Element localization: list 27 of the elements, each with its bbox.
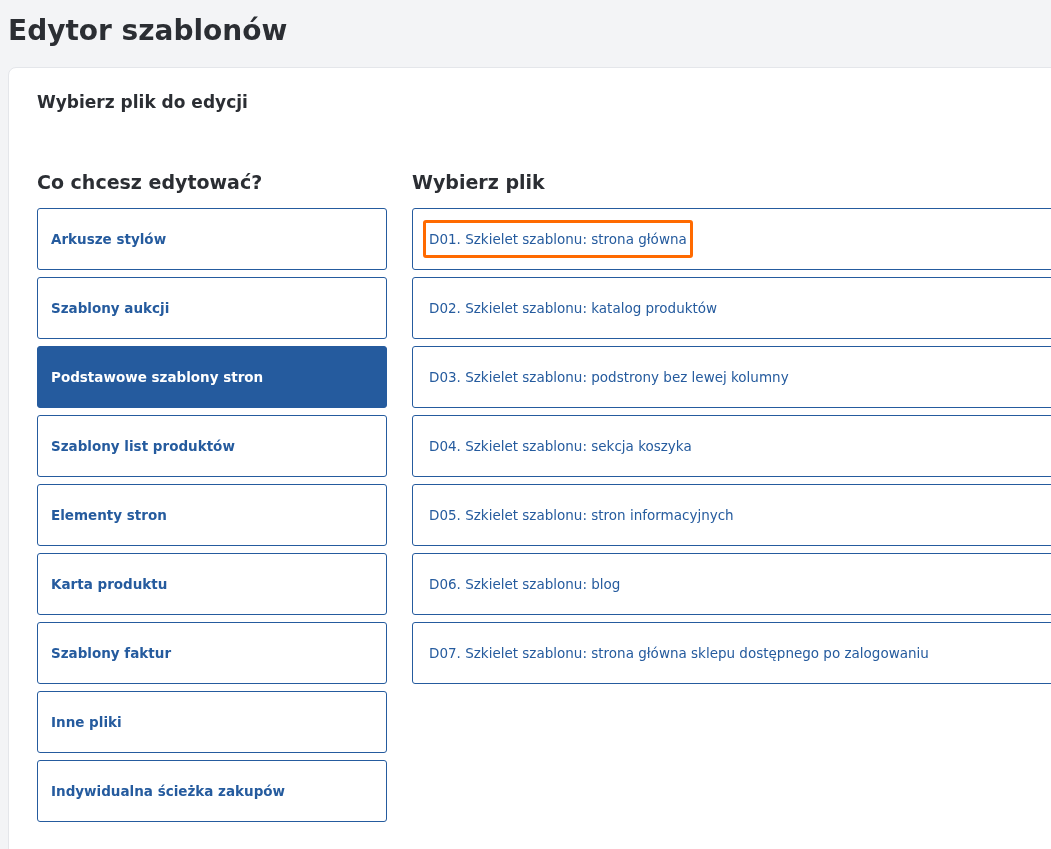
category-item[interactable]: Inne pliki [37,691,387,753]
file-label: D07. Szkielet szablonu: strona główna sklepu dostępnego po zalogowaniu [428,644,930,663]
file-item[interactable]: D05. Szkielet szablonu: stron informacyjnych [412,484,1051,546]
column-heading: Co chcesz edytować? [37,170,264,194]
category-item[interactable]: Szablony list produktów [37,415,387,477]
file-label: D03. Szkielet szablonu: podstrony bez lewej kolumny [428,368,790,387]
category-item[interactable]: Arkusze stylów [37,208,387,270]
category-item[interactable]: Karta produktu [37,553,387,615]
card-title: Wybierz plik do edycji [37,92,249,112]
file-label: D06. Szkielet szablonu: blog [428,575,622,594]
category-item[interactable]: Elementy stron [37,484,387,546]
file-label: D04. Szkielet szablonu: sekcja koszyka [428,437,693,456]
file-label: D05. Szkielet szablonu: stron informacyjnych [428,506,735,525]
file-item[interactable]: D01. Szkielet szablonu: strona główna [412,208,1051,270]
file-item[interactable]: D04. Szkielet szablonu: sekcja koszyka [412,415,1051,477]
category-item[interactable]: Szablony faktur [37,622,387,684]
file-label: D02. Szkielet szablonu: katalog produktów [428,299,719,318]
file-item[interactable]: D06. Szkielet szablonu: blog [412,553,1051,615]
file-item[interactable]: D07. Szkielet szablonu: strona główna sklepu dostępnego po zalogowaniu [412,622,1051,684]
category-item[interactable]: Szablony aukcji [37,277,387,339]
page-title: Edytor szablonów [8,13,289,49]
category-item[interactable]: Indywidualna ścieżka zakupów [37,760,387,822]
file-item[interactable]: D02. Szkielet szablonu: katalog produktów [412,277,1051,339]
column-heading: Wybierz plik [412,170,546,194]
file-item[interactable]: D03. Szkielet szablonu: podstrony bez lewej kolumny [412,346,1051,408]
category-item[interactable]: Podstawowe szablony stron [37,346,387,408]
highlighted-file-label: D01. Szkielet szablonu: strona główna [423,220,693,258]
